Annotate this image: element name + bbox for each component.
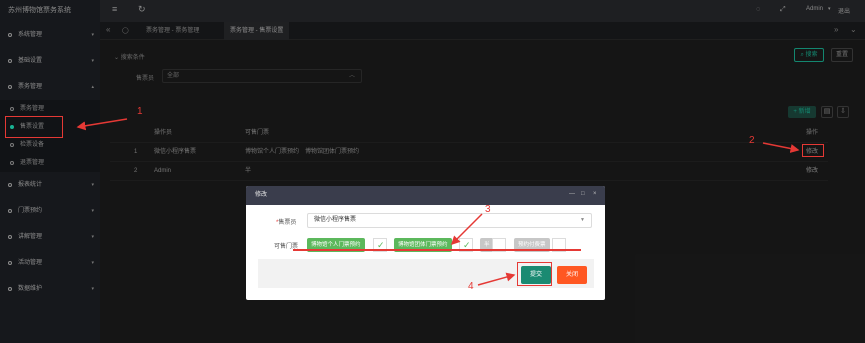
close-button[interactable]: 关闭 xyxy=(557,266,587,284)
sidebar-item-label: 门票预约 xyxy=(18,208,43,214)
annotation-label-3: 3 xyxy=(485,204,491,215)
circle-icon xyxy=(8,235,12,239)
chevron-down-icon: ▾ xyxy=(91,234,94,240)
sidebar-item-label: 数据维护 xyxy=(18,286,43,292)
logout-link[interactable]: 退出 xyxy=(838,6,850,15)
circle-icon xyxy=(8,183,12,187)
annotation-box-2 xyxy=(802,144,824,157)
sidebar-item-system[interactable]: 系统管理 ▾ xyxy=(0,22,100,48)
annotation-label-4: 4 xyxy=(468,281,474,292)
annotation-box-4 xyxy=(517,262,552,286)
sidebar-item-basic[interactable]: 基础设置 ▾ xyxy=(0,48,100,74)
chevron-down-icon: ▾ xyxy=(91,182,94,188)
refresh-icon[interactable]: ↻ xyxy=(138,4,146,15)
annotation-label-2: 2 xyxy=(749,135,755,146)
sidebar: 苏州博物馆票务系统 系统管理 ▾ 基础设置 ▾ 票务管理 ▴ 票务管理 售票设置… xyxy=(0,0,100,343)
sidebar-subitem-refund[interactable]: 退票管理 xyxy=(0,154,100,172)
annotation-label-1: 1 xyxy=(137,106,143,117)
circle-icon xyxy=(8,59,12,63)
sidebar-subitem-label: 票务管理 xyxy=(20,106,45,112)
circle-icon xyxy=(8,209,12,213)
annotation-box-1 xyxy=(5,116,63,138)
chevron-down-icon: ▾ xyxy=(91,260,94,266)
seller-select-value: 微信小程序售票 xyxy=(314,217,357,223)
sidebar-item-label: 报表统计 xyxy=(18,182,43,188)
chevron-down-icon: ▾ xyxy=(91,32,94,38)
sidebar-item-data[interactable]: 数据维护 ▾ xyxy=(0,276,100,302)
seller-label-text: 售票员 xyxy=(278,220,297,226)
sidebar-item-reservation[interactable]: 门票预约 ▾ xyxy=(0,198,100,224)
fullscreen-icon[interactable]: ⤢ xyxy=(780,6,786,14)
sidebar-item-label: 票务管理 xyxy=(18,84,43,90)
sidebar-item-report[interactable]: 报表统计 ▾ xyxy=(0,172,100,198)
chevron-down-icon: ▾ xyxy=(91,58,94,64)
circle-icon xyxy=(8,33,12,37)
sidebar-item-label: 基础设置 xyxy=(18,58,43,64)
modal-title: 修改 xyxy=(255,192,268,198)
modal-header: 修改 — □ × xyxy=(246,186,605,205)
maximize-icon[interactable]: □ xyxy=(581,191,585,197)
chevron-down-icon: ▾ xyxy=(828,6,831,12)
circle-icon xyxy=(10,161,14,165)
close-icon[interactable]: × xyxy=(593,191,597,197)
chevron-down-icon: ▾ xyxy=(91,286,94,292)
sidebar-item-label: 活动管理 xyxy=(18,260,43,266)
sidebar-subitem-label: 退票管理 xyxy=(20,160,45,166)
sidebar-item-label: 讲解管理 xyxy=(18,234,43,240)
user-menu[interactable]: Admin xyxy=(806,6,823,12)
sidebar-item-guide[interactable]: 讲解管理 ▾ xyxy=(0,224,100,250)
sidebar-item-label: 系统管理 xyxy=(18,32,43,38)
circle-icon xyxy=(8,287,12,291)
circle-icon xyxy=(10,107,14,111)
topbar: ≡ ↻ ◌ ⤢ Admin ▾ 退出 xyxy=(100,0,865,22)
seller-label: *售票员 xyxy=(276,217,296,226)
circle-icon xyxy=(8,261,12,265)
menu-toggle-icon[interactable]: ≡ xyxy=(112,4,117,14)
sidebar-item-activity[interactable]: 活动管理 ▾ xyxy=(0,250,100,276)
app-brand: 苏州博物馆票务系统 xyxy=(8,7,71,14)
chevron-up-icon: ▴ xyxy=(91,84,94,90)
chevron-down-icon: ▾ xyxy=(91,208,94,214)
seller-select[interactable]: 微信小程序售票 ▼ xyxy=(307,213,592,228)
annotation-underline-3 xyxy=(293,249,581,251)
message-icon[interactable]: ◌ xyxy=(756,6,760,13)
chevron-down-icon: ▼ xyxy=(580,217,585,223)
sidebar-subitem-gate-device[interactable]: 检票设备 xyxy=(0,136,100,154)
sidebar-item-ticket[interactable]: 票务管理 ▴ xyxy=(0,74,100,100)
circle-icon xyxy=(10,143,14,147)
minimize-icon[interactable]: — xyxy=(569,191,575,197)
circle-icon xyxy=(8,85,12,89)
sidebar-subitem-label: 检票设备 xyxy=(20,142,45,148)
